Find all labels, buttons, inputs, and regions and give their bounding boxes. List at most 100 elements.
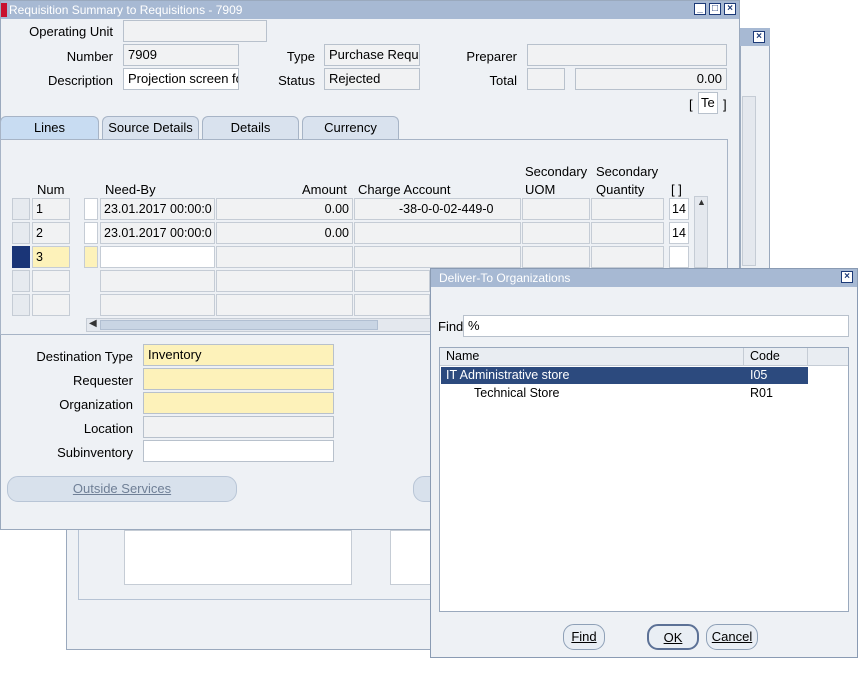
outside-services-button[interactable]: Outside Services [7,476,237,502]
cell-amount-5[interactable] [216,294,353,316]
tab-lines[interactable]: Lines [0,116,99,140]
dialog-cancel-label: Cancel [711,629,753,644]
col-header-name[interactable]: Name [446,349,479,363]
status-field[interactable]: Rejected [324,68,420,90]
cell-secondary-uom-3[interactable] [522,246,590,268]
scroll-up-arrow-icon[interactable]: ▲ [697,197,706,207]
cell-secondary-uom-2[interactable] [522,222,590,244]
description-field[interactable]: Projection screen fo [123,68,239,90]
cell-amount-1[interactable]: 0.00 [216,198,353,220]
col-header-folder[interactable]: [ ] [671,181,682,198]
status-label: Status [278,73,315,88]
row-selector-5[interactable] [12,294,30,316]
number-field[interactable]: 7909 [123,44,239,66]
background-window-2-border [78,520,438,600]
horizontal-scroll-thumb[interactable] [100,320,378,330]
outside-services-label: Outside Services [72,481,172,496]
cell-need-by-2[interactable]: 23.01.2017 00:00:0 [100,222,215,244]
tab-details[interactable]: Details [202,116,299,140]
row-selector-3[interactable] [12,246,30,268]
result-code-1[interactable]: I05 [750,368,767,382]
background-scrollbar[interactable] [742,96,756,266]
preparer-field[interactable] [527,44,727,66]
total-currency-field[interactable] [527,68,565,90]
cell-need-by-3[interactable] [100,246,215,268]
cell-amount-2[interactable]: 0.00 [216,222,353,244]
row-selector-1[interactable] [12,198,30,220]
total-amount-field[interactable]: 0.00 [575,68,727,90]
cell-folder-2[interactable]: 14 [669,222,689,244]
cell-charge-account-2[interactable] [354,222,521,244]
window-title: Requisition Summary to Requisitions - 79… [9,3,243,17]
organization-field[interactable] [143,392,334,414]
cell-num-3[interactable]: 3 [32,246,70,268]
row-selector-4[interactable] [12,270,30,292]
oracle-app-icon [1,3,7,17]
cell-flag-1[interactable] [84,198,98,220]
type-label: Type [286,49,315,64]
cell-need-by-4[interactable] [100,270,215,292]
tab-currency[interactable]: Currency [302,116,399,140]
background-close-icon[interactable]: × [753,31,765,43]
cell-folder-3[interactable] [669,246,689,268]
cell-amount-4[interactable] [216,270,353,292]
find-label: Find [438,319,464,334]
dialog-close-icon[interactable]: × [841,271,853,283]
tab-source-details[interactable]: Source Details [102,116,199,140]
cell-flag-3[interactable] [84,246,98,268]
cell-secondary-qty-2[interactable] [591,222,664,244]
subinventory-field[interactable] [143,440,334,462]
location-field[interactable] [143,416,334,438]
dialog-find-label: Find [571,629,597,644]
cell-secondary-uom-1[interactable] [522,198,590,220]
folder-bracket-right: ] [723,97,727,112]
cell-amount-3[interactable] [216,246,353,268]
result-code-2[interactable]: R01 [750,386,773,400]
type-field[interactable]: Purchase Requi [324,44,420,66]
organization-label: Organization [59,397,133,412]
cell-folder-1[interactable]: 14 [669,198,689,220]
col-header-num: Num [37,182,65,197]
cell-charge-account-3[interactable] [354,246,521,268]
cell-secondary-qty-1[interactable] [591,198,664,220]
cell-num-4[interactable] [32,270,70,292]
dialog-cancel-button[interactable]: Cancel [706,624,758,650]
destination-type-field[interactable]: Inventory [143,344,334,366]
cell-num-2[interactable]: 2 [32,222,70,244]
requisition-window-titlebar: Requisition Summary to Requisitions - 79… [1,1,739,19]
col-header-amount: Amount [302,182,347,197]
col-header-secondary-uom-2: UOM [525,182,556,197]
maximize-icon[interactable]: □ [709,3,721,15]
close-icon[interactable]: × [724,3,736,15]
find-input[interactable]: % [463,315,849,337]
folder-field[interactable]: Te [698,92,718,114]
col-header-secondary-qty-1: Secondary [596,164,659,179]
cell-charge-account-5[interactable] [354,294,430,316]
minimize-icon[interactable]: _ [694,3,706,15]
cell-charge-account-4[interactable] [354,270,430,292]
folder-bracket-left: [ [689,97,693,112]
requester-field[interactable] [143,368,334,390]
result-name-2[interactable]: Technical Store [474,386,559,400]
cell-charge-account-1[interactable]: -38-0-0-02-449-0 [354,198,521,220]
col-divider [743,348,744,366]
cell-num-5[interactable] [32,294,70,316]
dialog-find-button[interactable]: Find [563,624,605,650]
dialog-title: Deliver-To Organizations [439,271,571,285]
col-header-code[interactable]: Code [750,349,780,363]
row-selector-2[interactable] [12,222,30,244]
cell-need-by-1[interactable]: 23.01.2017 00:00:0 [100,198,215,220]
cell-flag-2[interactable] [84,222,98,244]
subinventory-label: Subinventory [57,445,133,460]
cell-need-by-5[interactable] [100,294,215,316]
dialog-ok-button[interactable]: OK [647,624,699,650]
cell-num-1[interactable]: 1 [32,198,70,220]
dialog-titlebar: Deliver-To Organizations [431,269,857,287]
col-header-secondary-uom-1: Secondary [525,164,588,179]
scroll-left-arrow-icon[interactable]: ◀ [89,318,97,329]
operating-unit-label: Operating Unit [29,24,113,39]
result-name-1[interactable]: IT Administrative store [446,368,569,382]
cell-secondary-qty-3[interactable] [591,246,664,268]
operating-unit-field[interactable] [123,20,267,42]
location-label: Location [83,421,133,436]
